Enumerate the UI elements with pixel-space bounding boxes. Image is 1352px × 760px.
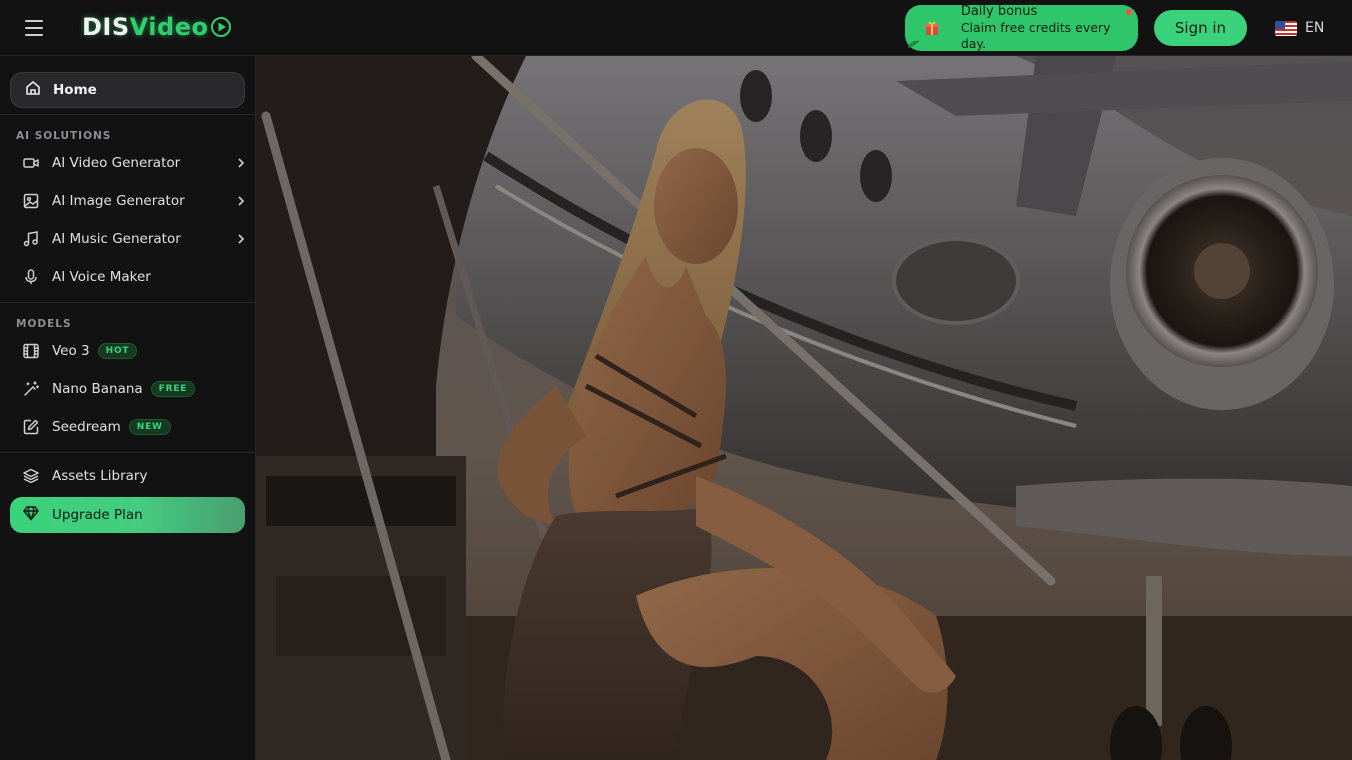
new-badge: NEW: [128, 419, 171, 435]
language-selector[interactable]: EN: [1275, 18, 1324, 38]
gift-icon: [923, 19, 941, 37]
divider: [0, 114, 255, 115]
sidebar-item-label: AI Video Generator: [52, 155, 181, 171]
sidebar-item-ai-voice-maker[interactable]: AI Voice Maker: [10, 261, 250, 293]
upgrade-plan-label: Upgrade Plan: [52, 507, 143, 523]
language-code: EN: [1305, 20, 1325, 36]
bonus-subtitle: Claim free credits every day.: [960, 20, 1111, 51]
bonus-title: Daily bonus: [960, 4, 1038, 19]
microphone-icon: [22, 268, 40, 286]
music-note-icon: [22, 230, 40, 248]
sign-in-button[interactable]: Sign in: [1154, 10, 1247, 46]
logo-text-video: Video: [129, 13, 209, 41]
sidebar-item-label: Home: [53, 82, 97, 98]
chevron-right-icon: [238, 234, 245, 244]
sidebar-item-ai-music-generator[interactable]: AI Music Generator: [10, 223, 250, 255]
notification-dot: [1126, 9, 1132, 15]
section-title-ai-solutions: AI SOLUTIONS: [16, 130, 112, 142]
sidebar-item-label: Assets Library: [52, 468, 148, 484]
diamond-icon: [22, 504, 40, 526]
sidebar-item-veo-3[interactable]: Veo 3 HOT: [10, 335, 250, 367]
divider: [0, 452, 255, 453]
upgrade-plan-button[interactable]: Upgrade Plan: [10, 497, 245, 533]
image-icon: [22, 192, 40, 210]
home-icon: [24, 79, 42, 101]
chevron-right-icon: [238, 196, 245, 206]
layers-icon: [22, 467, 40, 485]
logo-text-dis: DIS: [82, 13, 130, 41]
play-icon: [209, 15, 233, 39]
free-badge: FREE: [150, 381, 196, 397]
hero-photo-illustration: [256, 56, 1352, 760]
sidebar-item-home[interactable]: Home: [10, 72, 245, 108]
hero-photo: [256, 56, 1352, 760]
sidebar-item-ai-image-generator[interactable]: AI Image Generator: [10, 185, 250, 217]
video-camera-icon: [22, 154, 40, 172]
chevron-right-icon: [238, 158, 245, 168]
sidebar-item-label: Nano Banana: [52, 381, 143, 397]
sidebar-item-label: Veo 3: [52, 343, 90, 359]
sidebar-item-label: AI Image Generator: [52, 193, 185, 209]
paint-canvas-icon: [22, 418, 40, 436]
section-title-models: MODELS: [16, 318, 72, 330]
hot-badge: HOT: [97, 343, 138, 359]
hamburger-menu-icon[interactable]: [22, 18, 46, 38]
sidebar-item-nano-banana[interactable]: Nano Banana FREE: [10, 373, 250, 405]
sidebar-item-assets-library[interactable]: Assets Library: [10, 460, 250, 492]
sidebar-item-ai-video-generator[interactable]: AI Video Generator: [10, 147, 250, 179]
film-icon: [22, 342, 40, 360]
leaf-decoration-icon: [908, 40, 920, 48]
daily-bonus-button[interactable]: Daily bonus Claim free credits every day…: [905, 4, 1138, 51]
sidebar: Home AI SOLUTIONS AI Video Generator AI …: [0, 56, 256, 760]
sidebar-item-label: Seedream: [52, 419, 121, 435]
sidebar-item-label: AI Voice Maker: [52, 269, 151, 285]
divider: [0, 302, 255, 303]
top-header: DIS Video Daily bonus Claim free credits…: [0, 0, 1352, 56]
us-flag-icon: [1275, 20, 1297, 36]
logo[interactable]: DIS Video: [82, 10, 233, 44]
sidebar-item-seedream[interactable]: Seedream NEW: [10, 411, 250, 443]
sidebar-item-label: AI Music Generator: [52, 231, 181, 247]
magic-wand-icon: [22, 380, 40, 398]
